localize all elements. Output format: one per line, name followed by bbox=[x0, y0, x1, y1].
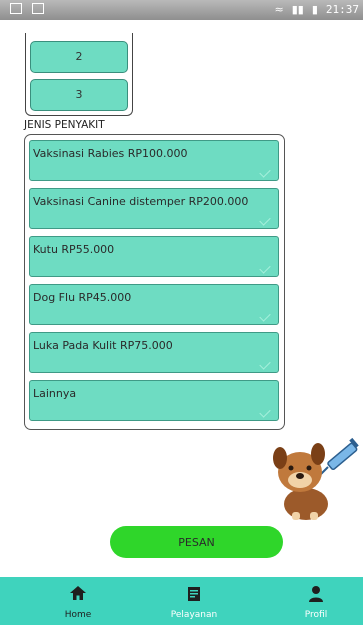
status-time: 21:37 bbox=[325, 3, 359, 16]
disease-option-label: Luka Pada Kulit RP75.000 bbox=[33, 339, 173, 352]
quantity-list: 2 3 bbox=[25, 33, 133, 116]
check-icon bbox=[259, 166, 271, 178]
disease-option-label: Lainnya bbox=[33, 387, 77, 400]
quantity-option-2[interactable]: 2 bbox=[30, 41, 128, 73]
disease-option-luka-kulit[interactable]: Luka Pada Kulit RP75.000 bbox=[29, 332, 279, 373]
check-icon bbox=[259, 358, 271, 370]
dog-icon bbox=[273, 443, 328, 520]
disease-option-label: Dog Flu RP45.000 bbox=[33, 291, 132, 304]
status-bar: ≈ ▮▮ ▮ 21:37 bbox=[0, 0, 363, 20]
check-icon bbox=[259, 214, 271, 226]
dog-vaccine-illustration bbox=[273, 437, 359, 520]
disease-option-label: Kutu RP55.000 bbox=[33, 243, 115, 256]
check-icon bbox=[259, 310, 271, 322]
check-icon bbox=[259, 406, 271, 418]
disease-option-kutu[interactable]: Kutu RP55.000 bbox=[29, 236, 279, 277]
disease-option-dog-flu[interactable]: Dog Flu RP45.000 bbox=[29, 284, 279, 325]
check-icon bbox=[259, 262, 271, 274]
nav-label-profil: Profil bbox=[304, 610, 328, 620]
wifi-icon: ≈ bbox=[274, 3, 284, 16]
nav-label-home: Home bbox=[64, 610, 92, 620]
disease-option-label: Vaksinasi Rabies RP100.000 bbox=[33, 147, 188, 160]
disease-option-rabies[interactable]: Vaksinasi Rabies RP100.000 bbox=[29, 140, 279, 181]
disease-options-list: Vaksinasi Rabies RP100.000 Vaksinasi Can… bbox=[24, 134, 285, 430]
battery-icon: ▮ bbox=[311, 3, 318, 16]
nav-label-pelayanan: Pelayanan bbox=[170, 610, 218, 620]
signal-icon: ▮▮ bbox=[291, 3, 304, 16]
order-button[interactable]: PESAN bbox=[110, 526, 283, 558]
quantity-option-3[interactable]: 3 bbox=[30, 79, 128, 111]
user-icon bbox=[309, 586, 323, 602]
disease-option-canine-distemper[interactable]: Vaksinasi Canine distemper RP200.000 bbox=[29, 188, 279, 229]
bottom-navigation: Home Pelayanan Profil bbox=[0, 577, 363, 625]
screenshot-icon bbox=[10, 3, 22, 14]
nav-item-home[interactable]: Home bbox=[33, 577, 123, 625]
disease-section-label: JENIS PENYAKIT bbox=[24, 119, 105, 131]
home-icon bbox=[70, 586, 86, 600]
syringe-icon bbox=[320, 437, 359, 475]
disease-option-label: Vaksinasi Canine distemper RP200.000 bbox=[33, 195, 249, 208]
mail-icon bbox=[32, 3, 44, 14]
disease-option-lainnya[interactable]: Lainnya bbox=[29, 380, 279, 421]
service-document-icon bbox=[188, 587, 200, 601]
nav-item-pelayanan[interactable]: Pelayanan bbox=[149, 577, 239, 625]
nav-item-profil[interactable]: Profil bbox=[271, 577, 361, 625]
